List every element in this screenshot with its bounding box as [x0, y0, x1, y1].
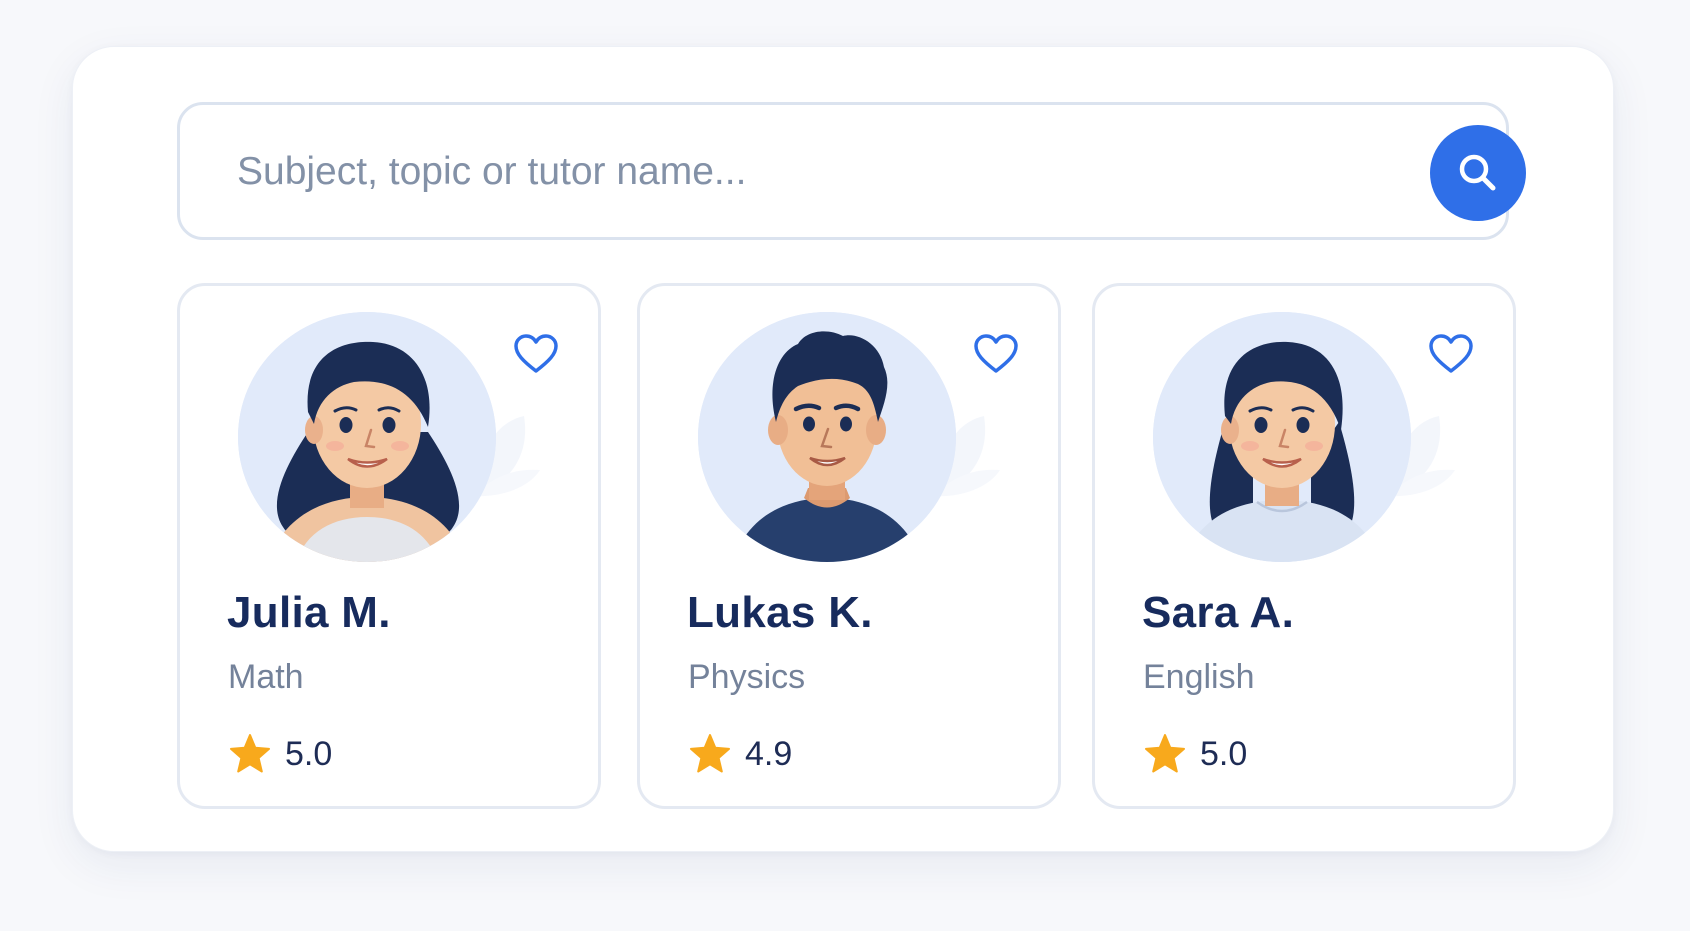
favorite-button[interactable] [510, 330, 562, 378]
star-icon [230, 734, 270, 773]
avatar [238, 312, 496, 562]
heart-outline-icon [514, 334, 558, 373]
heart-outline-icon [1429, 334, 1473, 373]
rating-value: 5.0 [285, 734, 333, 773]
rating-value: 4.9 [745, 734, 793, 773]
avatar [698, 312, 956, 562]
tutor-card-sara[interactable]: Sara A. English 5.0 [1092, 283, 1516, 809]
search-bar [177, 102, 1526, 240]
tutor-search-panel: Julia M. Math 5.0 [72, 46, 1614, 852]
favorite-button[interactable] [970, 330, 1022, 378]
rating-value: 5.0 [1200, 734, 1248, 773]
tutor-rating: 4.9 [688, 730, 792, 778]
search-button[interactable] [1430, 125, 1526, 221]
search-input[interactable] [235, 135, 1339, 209]
tutor-subject: Physics [688, 658, 806, 696]
tutor-name: Sara A. [1142, 588, 1295, 637]
tutor-rating: 5.0 [1143, 730, 1247, 778]
tutor-rating: 5.0 [228, 730, 332, 778]
star-icon [1145, 734, 1185, 773]
tutor-name: Julia M. [227, 588, 391, 637]
favorite-button[interactable] [1425, 330, 1477, 378]
avatar [1153, 312, 1411, 562]
search-icon [1459, 154, 1496, 191]
tutor-card-julia[interactable]: Julia M. Math 5.0 [177, 283, 601, 809]
tutor-subject: Math [228, 658, 304, 696]
star-icon [690, 734, 730, 773]
tutor-card-lukas[interactable]: Lukas K. Physics 4.9 [637, 283, 1061, 809]
tutor-subject: English [1143, 658, 1255, 696]
heart-outline-icon [974, 334, 1018, 373]
tutor-name: Lukas K. [687, 588, 873, 637]
